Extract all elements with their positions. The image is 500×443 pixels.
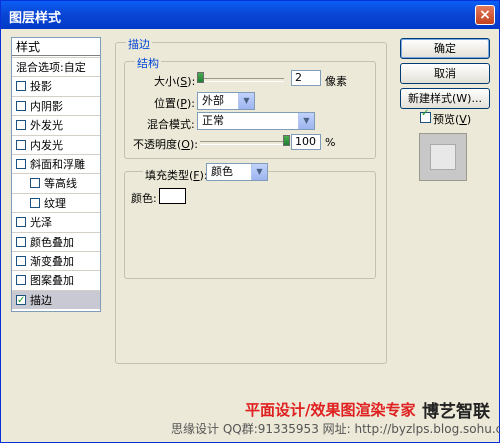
close-icon: ×: [479, 7, 491, 23]
sidebar-item-label: 光泽: [30, 216, 52, 230]
sidebar-item-label: 斜面和浮雕: [30, 158, 85, 171]
sidebar-item-label: 内发光: [30, 138, 63, 152]
color-swatch[interactable]: [159, 188, 186, 204]
opacity-slider-track[interactable]: [200, 141, 286, 145]
size-unit: 像素: [325, 75, 347, 88]
chevron-down-icon: ▼: [238, 93, 254, 109]
chevron-down-icon: ▼: [298, 113, 314, 129]
sidebar-item-checkbox[interactable]: [30, 178, 40, 189]
sidebar-item-label: 内阴影: [30, 99, 63, 113]
preview-thumbnail: [419, 133, 467, 181]
ok-button[interactable]: 确定: [400, 38, 490, 59]
styles-list: 样式 混合选项:自定投影内阴影外发光内发光斜面和浮雕等高线纹理光泽颜色叠加渐变叠…: [11, 37, 101, 312]
stroke-group-title: 描边: [126, 36, 152, 52]
sidebar-item[interactable]: 内阴影: [12, 95, 100, 115]
sidebar-item-label: 图案叠加: [30, 274, 74, 288]
size-slider-thumb[interactable]: [197, 72, 204, 83]
fill-type-select[interactable]: 颜色 ▼: [206, 163, 268, 181]
sidebar-item[interactable]: 投影: [12, 76, 100, 95]
sidebar-item-label: 纹理: [44, 196, 66, 210]
sidebar-item[interactable]: 光泽: [12, 212, 100, 231]
sidebar-item-label: 颜色叠加: [30, 235, 74, 249]
blend-mode-label: 混合模式:: [147, 118, 195, 131]
sidebar-item-checkbox[interactable]: [16, 139, 26, 150]
window-title: 图层样式: [9, 11, 62, 26]
title-bar: 图层样式 ×: [1, 1, 499, 29]
sidebar-item[interactable]: 纹理: [12, 192, 100, 212]
opacity-unit: %: [325, 136, 336, 149]
opacity-input[interactable]: 100: [291, 134, 321, 150]
preview-checkbox[interactable]: [420, 108, 431, 123]
color-label: 颜色:: [131, 192, 157, 205]
layer-style-dialog: 图层样式 × 样式 混合选项:自定投影内阴影外发光内发光斜面和浮雕等高线纹理光泽…: [0, 0, 500, 443]
sidebar-item-label: 等高线: [44, 177, 77, 191]
watermark-brand: 博艺智联: [422, 402, 490, 422]
watermark-line2: 思缘设计 QQ群:91335953 网址: http://byzlps.blog…: [171, 422, 500, 436]
sidebar-item[interactable]: 描边: [12, 289, 100, 310]
opacity-slider-thumb[interactable]: [283, 135, 290, 146]
sidebar-item-label: 外发光: [30, 119, 63, 133]
chevron-down-icon: ▼: [251, 164, 267, 180]
cancel-button[interactable]: 取消: [400, 63, 490, 84]
sidebar-item-label: 混合选项:自定: [16, 61, 86, 74]
sidebar-item-checkbox[interactable]: [16, 120, 26, 131]
fill-type-value: 颜色: [211, 165, 233, 178]
blend-mode-value: 正常: [202, 114, 224, 127]
position-select[interactable]: 外部 ▼: [197, 92, 255, 110]
close-button[interactable]: ×: [475, 5, 495, 25]
sidebar-item-label: 渐变叠加: [30, 255, 74, 268]
sidebar-item-checkbox[interactable]: [16, 291, 26, 310]
opacity-label: 不透明度(O):: [133, 138, 198, 151]
sidebar-item-checkbox[interactable]: [16, 81, 26, 92]
watermark-line1: 平面设计/效果图渲染专家: [245, 401, 416, 419]
sidebar-item[interactable]: 等高线: [12, 173, 100, 192]
sidebar-item[interactable]: 内发光: [12, 134, 100, 154]
sidebar-item-checkbox[interactable]: [16, 159, 26, 169]
position-value: 外部: [202, 94, 224, 107]
sidebar-item[interactable]: 颜色叠加: [12, 231, 100, 251]
styles-list-header: 样式: [12, 38, 100, 56]
sidebar-item-checkbox[interactable]: [16, 275, 26, 286]
sidebar-item[interactable]: 外发光: [12, 115, 100, 134]
size-label: 大小(S):: [154, 75, 196, 88]
sidebar-item[interactable]: 混合选项:自定: [12, 57, 100, 76]
check-icon: [421, 108, 430, 122]
sidebar-item[interactable]: 斜面和浮雕: [12, 154, 100, 173]
size-input[interactable]: 2: [291, 70, 321, 86]
sidebar-item-checkbox[interactable]: [16, 256, 26, 266]
sidebar-item-label: 投影: [30, 80, 52, 94]
fill-type-label: 填充类型(F):: [143, 167, 210, 183]
sidebar-item-label: 描边: [30, 293, 52, 307]
sidebar-item-checkbox[interactable]: [16, 100, 26, 111]
sidebar-item[interactable]: 渐变叠加: [12, 251, 100, 270]
new-style-button[interactable]: 新建样式(W)...: [400, 88, 490, 109]
position-label: 位置(P):: [154, 97, 195, 110]
structure-group-title: 结构: [135, 55, 161, 71]
sidebar-item-checkbox[interactable]: [16, 236, 26, 247]
size-slider-track[interactable]: [200, 78, 284, 82]
preview-label: 预览(V): [433, 113, 472, 126]
sidebar-item-checkbox[interactable]: [16, 217, 26, 228]
preview-inner: [430, 144, 456, 170]
sidebar-item[interactable]: 图案叠加: [12, 270, 100, 289]
sidebar-item-checkbox[interactable]: [30, 197, 40, 208]
blend-mode-select[interactable]: 正常 ▼: [197, 112, 315, 130]
